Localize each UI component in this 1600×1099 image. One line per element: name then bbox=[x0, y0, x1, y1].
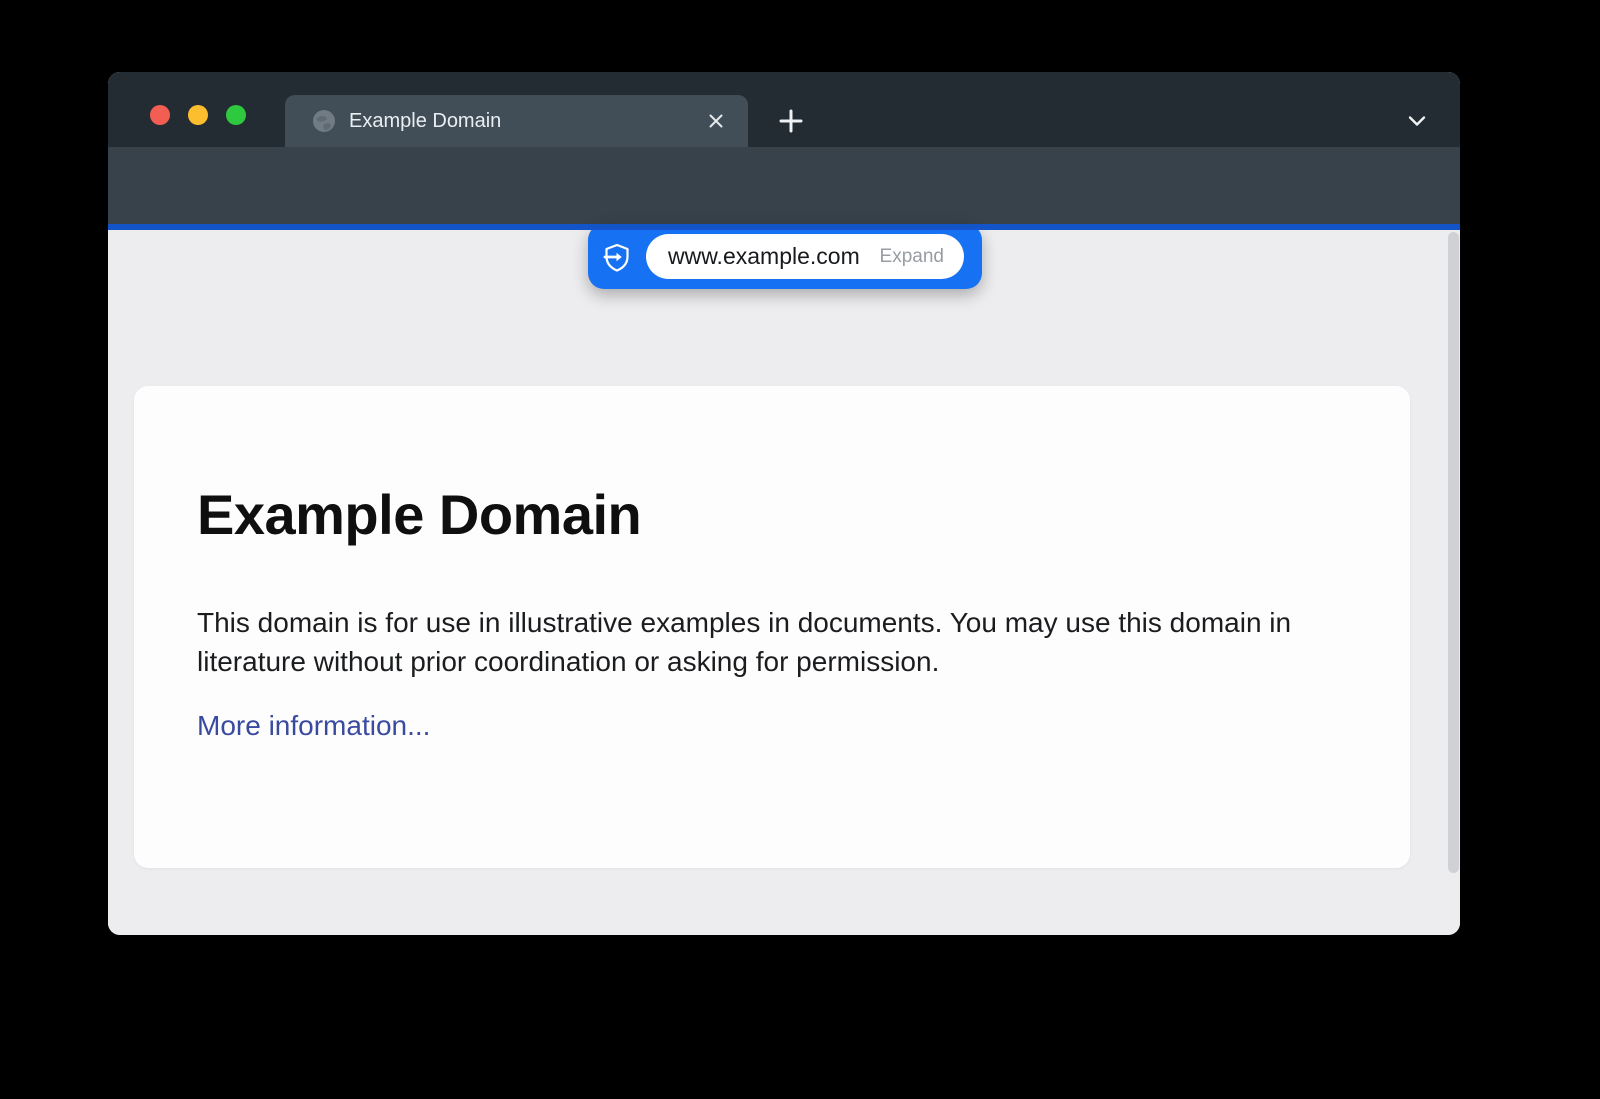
expand-button[interactable]: Expand bbox=[880, 246, 944, 268]
isolation-domain-pill: www.example.com Expand bbox=[646, 234, 964, 279]
tab-strip: Example Domain bbox=[108, 72, 1460, 147]
more-information-link[interactable]: More information... bbox=[197, 710, 430, 742]
isolation-accent-line bbox=[108, 224, 1460, 230]
traffic-zoom-button[interactable] bbox=[226, 105, 246, 125]
shield-arrow-icon bbox=[601, 241, 633, 273]
traffic-close-button[interactable] bbox=[150, 105, 170, 125]
vertical-scrollbar-thumb[interactable] bbox=[1448, 232, 1459, 873]
tab-close-icon[interactable] bbox=[704, 109, 728, 133]
tab-search-chevron-icon[interactable] bbox=[1399, 103, 1435, 139]
browser-window: Example Domain bbox=[108, 72, 1460, 935]
page-viewport: Example Domain This domain is for use in… bbox=[108, 230, 1460, 935]
isolation-domain: www.example.com bbox=[668, 243, 880, 270]
globe-favicon-icon bbox=[311, 108, 337, 134]
page-paragraph: This domain is for use in illustrative e… bbox=[197, 604, 1349, 681]
page-heading: Example Domain bbox=[197, 484, 641, 546]
tab-example-domain[interactable]: Example Domain bbox=[285, 95, 748, 147]
isolation-indicator[interactable]: www.example.com Expand bbox=[588, 224, 982, 289]
content-card: Example Domain This domain is for use in… bbox=[134, 386, 1410, 868]
tab-title: Example Domain bbox=[349, 110, 501, 133]
toolbar: browser-beta.cloudflareaccess.com/... C bbox=[108, 147, 1460, 224]
traffic-minimize-button[interactable] bbox=[188, 105, 208, 125]
new-tab-button[interactable] bbox=[773, 103, 809, 139]
